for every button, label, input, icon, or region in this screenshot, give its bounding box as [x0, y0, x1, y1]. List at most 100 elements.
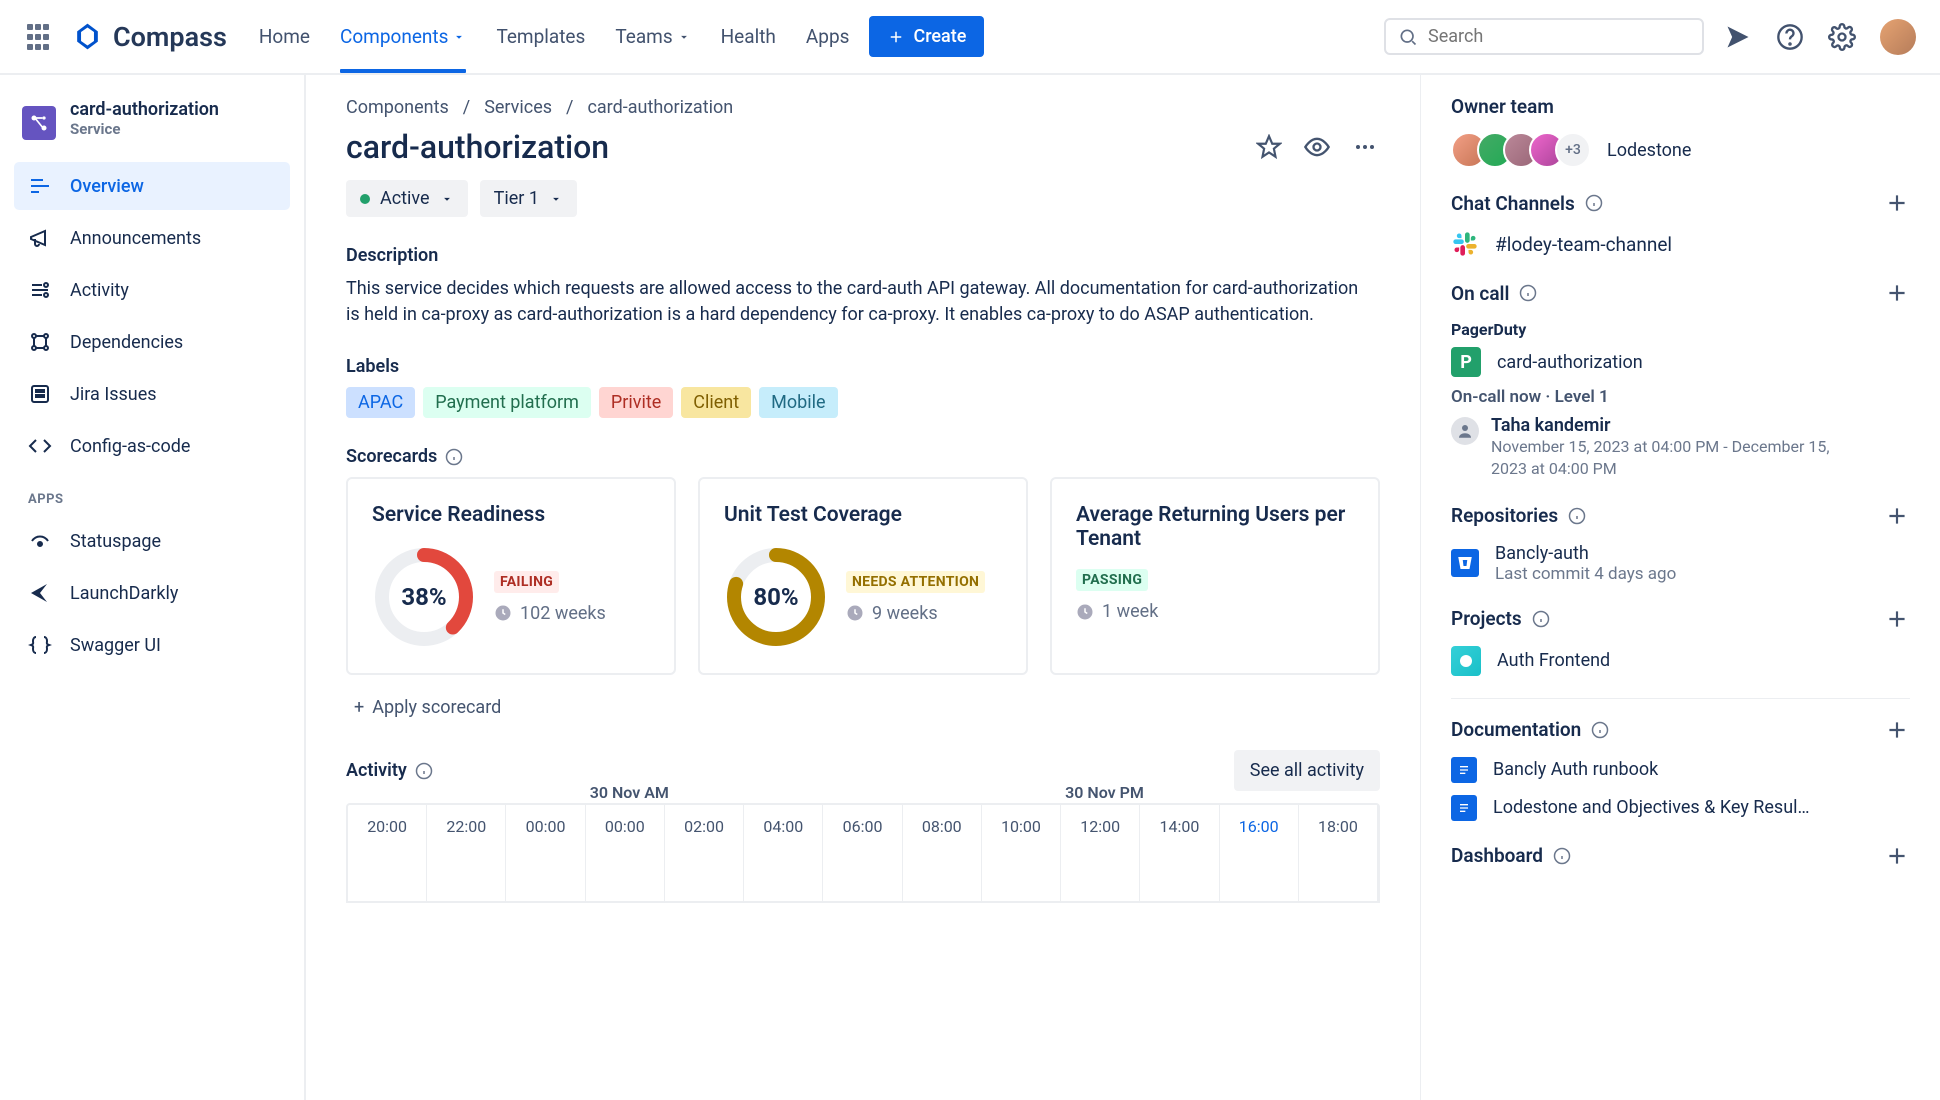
dashboard-header: Dashboard — [1451, 843, 1910, 869]
app-switcher-icon[interactable] — [24, 23, 52, 51]
projects-header: Projects — [1451, 606, 1910, 632]
see-all-activity[interactable]: See all activity — [1234, 750, 1380, 791]
status-badge: NEEDS ATTENTION — [846, 571, 985, 593]
description-header: Description — [346, 245, 1380, 266]
create-button[interactable]: Create — [869, 16, 984, 57]
status-chip[interactable]: Active — [346, 180, 468, 217]
nav-health[interactable]: Health — [721, 1, 776, 72]
scorecard-returning-users[interactable]: Average Returning Users per Tenant PASSI… — [1050, 477, 1380, 675]
apply-scorecard[interactable]: + Apply scorecard — [346, 693, 1380, 722]
info-icon[interactable] — [1568, 507, 1586, 525]
document-icon — [1451, 757, 1477, 783]
clock-icon — [846, 604, 864, 622]
nav-templates[interactable]: Templates — [496, 1, 585, 72]
search-input[interactable] — [1384, 18, 1704, 55]
info-icon[interactable] — [1519, 284, 1537, 302]
timeline-hour: 02:00 — [665, 805, 744, 847]
notifications-icon[interactable] — [1724, 23, 1752, 51]
add-icon[interactable] — [1884, 503, 1910, 529]
timeline-hour: 04:00 — [744, 805, 823, 847]
settings-icon[interactable] — [1828, 23, 1856, 51]
repos-header: Repositories — [1451, 503, 1910, 529]
brand[interactable]: Compass — [72, 21, 227, 53]
add-icon[interactable] — [1884, 280, 1910, 306]
label-client[interactable]: Client — [681, 387, 751, 418]
star-icon[interactable] — [1254, 132, 1284, 162]
project-item[interactable]: Auth Frontend — [1451, 646, 1910, 676]
swagger-icon — [28, 633, 52, 657]
team-name[interactable]: Lodestone — [1607, 140, 1691, 161]
timeline-hour: 18:00 — [1299, 805, 1378, 847]
chat-header: Chat Channels — [1451, 190, 1910, 216]
nav-components[interactable]: Components — [340, 1, 466, 72]
nav-apps[interactable]: Apps — [806, 1, 850, 72]
label-mobile[interactable]: Mobile — [759, 387, 837, 418]
slack-icon — [1451, 230, 1479, 258]
statuspage-icon — [28, 529, 52, 553]
gauge: 38% — [372, 545, 476, 649]
oncall-now-label: On-call now · Level 1 — [1451, 387, 1910, 407]
label-payment[interactable]: Payment platform — [423, 387, 591, 418]
search-icon — [1398, 27, 1418, 47]
nav-teams[interactable]: Teams — [615, 1, 690, 72]
sidebar-item-dependencies[interactable]: Dependencies — [14, 318, 290, 366]
timeline-hour: 16:00 — [1220, 805, 1299, 847]
timeline-hour: 00:00 — [506, 805, 585, 847]
crumb-components[interactable]: Components — [346, 97, 449, 118]
sidebar-item-jira[interactable]: Jira Issues — [14, 370, 290, 418]
component-icon — [22, 106, 56, 140]
oncall-service[interactable]: Pcard-authorization — [1451, 347, 1910, 377]
add-icon[interactable] — [1884, 717, 1910, 743]
timeline-hour: 08:00 — [903, 805, 982, 847]
chat-channel[interactable]: #lodey-team-channel — [1451, 230, 1910, 258]
sidebar-item-announcements[interactable]: Announcements — [14, 214, 290, 262]
help-icon[interactable] — [1776, 23, 1804, 51]
team-avatars[interactable]: +3 — [1451, 132, 1591, 168]
more-icon[interactable] — [1350, 132, 1380, 162]
watch-icon[interactable] — [1302, 132, 1332, 162]
add-icon[interactable] — [1884, 606, 1910, 632]
sidebar-app-launchdarkly[interactable]: LaunchDarkly — [14, 569, 290, 617]
info-icon[interactable] — [1585, 194, 1603, 212]
scorecards-header: Scorecards — [346, 446, 1380, 467]
repo-item[interactable]: Bancly-auth Last commit 4 days ago — [1451, 543, 1910, 584]
info-icon[interactable] — [1532, 610, 1550, 628]
sidebar-item-config[interactable]: Config-as-code — [14, 422, 290, 470]
add-icon[interactable] — [1884, 843, 1910, 869]
label-private[interactable]: Privite — [599, 387, 673, 418]
gauge: 80% — [724, 545, 828, 649]
sidebar-item-activity[interactable]: Activity — [14, 266, 290, 314]
timeline-hour: 10:00 — [982, 805, 1061, 847]
info-icon[interactable] — [445, 448, 463, 466]
info-icon[interactable] — [1553, 847, 1571, 865]
chevron-down-icon — [677, 30, 691, 44]
doc-item[interactable]: Lodestone and Objectives & Key Resul… — [1451, 795, 1910, 821]
sidebar-app-swagger[interactable]: Swagger UI — [14, 621, 290, 669]
doc-item[interactable]: Bancly Auth runbook — [1451, 757, 1910, 783]
activity-header: Activity — [346, 760, 433, 781]
component-name: card-authorization — [70, 99, 219, 120]
add-icon[interactable] — [1884, 190, 1910, 216]
scorecard-unit-test[interactable]: Unit Test Coverage 80% NEEDS ATTENTION 9… — [698, 477, 1028, 675]
label-apac[interactable]: APAC — [346, 387, 415, 418]
timeline-hour: 20:00 — [348, 805, 427, 847]
clock-icon — [494, 604, 512, 622]
megaphone-icon — [28, 226, 52, 250]
activity-icon — [28, 278, 52, 302]
docs-header: Documentation — [1451, 717, 1910, 743]
chevron-down-icon — [452, 30, 466, 44]
info-icon[interactable] — [415, 762, 433, 780]
scorecard-service-readiness[interactable]: Service Readiness 38% FAILING 102 weeks — [346, 477, 676, 675]
nav-home[interactable]: Home — [259, 1, 310, 72]
crumb-services[interactable]: Services — [484, 97, 552, 118]
sidebar-item-overview[interactable]: Overview — [14, 162, 290, 210]
info-icon[interactable] — [1591, 721, 1609, 739]
weeks: 102 weeks — [494, 603, 606, 624]
sidebar-app-statuspage[interactable]: Statuspage — [14, 517, 290, 565]
labels-list: APAC Payment platform Privite Client Mob… — [346, 387, 1380, 418]
timeline-hour: 22:00 — [427, 805, 506, 847]
timeline-hour: 30 Nov AM00:00 — [586, 805, 665, 847]
user-avatar[interactable] — [1880, 19, 1916, 55]
timeline-hour: 14:00 — [1140, 805, 1219, 847]
tier-chip[interactable]: Tier 1 — [480, 180, 577, 217]
